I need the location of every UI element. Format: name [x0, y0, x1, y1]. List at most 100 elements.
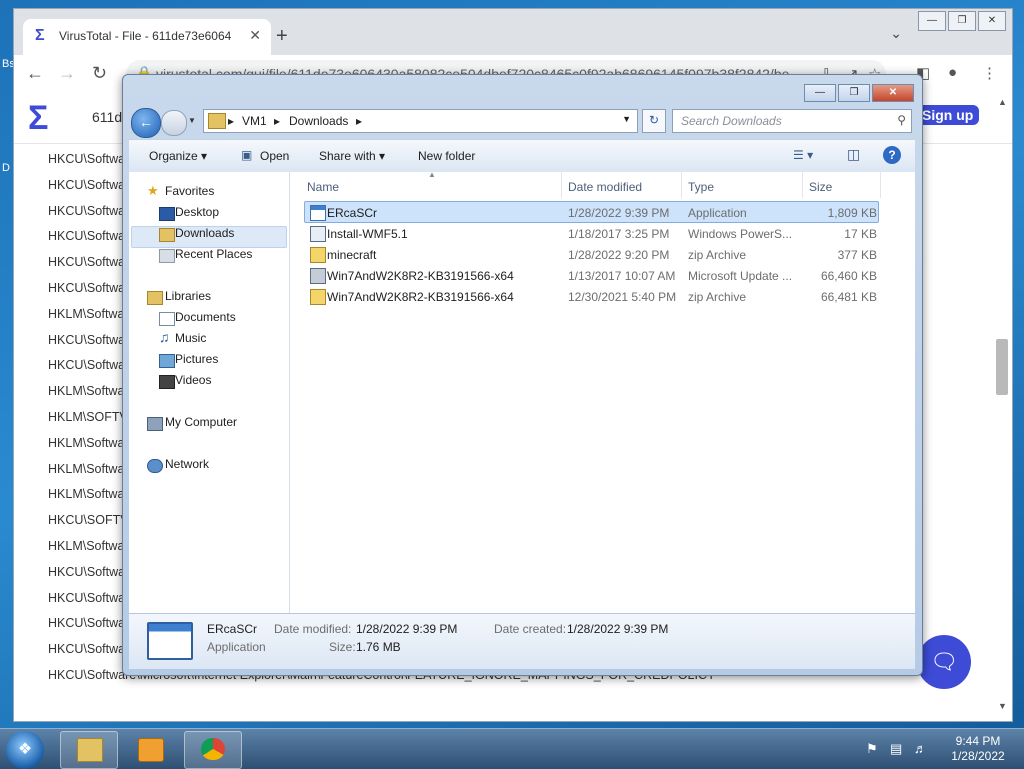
- new-tab-icon[interactable]: +: [276, 25, 288, 48]
- recent-places-icon: [159, 249, 175, 263]
- back-arrow-icon[interactable]: ←: [26, 63, 44, 84]
- file-type: zip Archive: [688, 290, 747, 304]
- forward-arrow-icon[interactable]: →: [58, 63, 76, 84]
- help-icon[interactable]: ?: [883, 146, 901, 164]
- taskbar-explorer-button[interactable]: [60, 731, 118, 769]
- forward-button[interactable]: [161, 110, 187, 136]
- minimize-button[interactable]: —: [804, 84, 836, 102]
- profile-avatar-icon[interactable]: ●: [948, 64, 957, 81]
- organize-button[interactable]: Organize ▾: [149, 149, 207, 163]
- navigation-pane: ★ Favorites Desktop Downloads Recent Pla…: [129, 172, 290, 613]
- tab-search-chevron-icon[interactable]: ⌄: [890, 25, 902, 42]
- pictures-icon: [159, 354, 175, 368]
- star-icon: ★: [147, 183, 159, 198]
- folder-icon: [77, 738, 103, 762]
- file-list-pane: Name ▲ Date modified Type Size ERcaSCr 1/…: [290, 170, 915, 613]
- command-bar: Organize ▾ ▣ Open Share with ▾ New folde…: [129, 139, 915, 173]
- reload-icon[interactable]: ↻: [92, 63, 107, 84]
- details-date-modified: 1/28/2022 9:39 PM: [356, 622, 458, 636]
- address-breadcrumb-bar[interactable]: ▸ VM1 ▸ Downloads ▸ ▼: [203, 109, 638, 133]
- network-icon: [147, 459, 163, 473]
- view-options-icon[interactable]: ☰ ▾: [793, 148, 813, 162]
- preview-pane-icon[interactable]: ◫: [847, 146, 860, 163]
- search-input[interactable]: Search Downloads ⚲: [672, 109, 912, 133]
- open-icon: ▣: [241, 148, 253, 162]
- close-button[interactable]: ✕: [872, 84, 914, 102]
- file-date-modified: 1/28/2022 9:39 PM: [568, 206, 670, 220]
- signup-button[interactable]: Sign up: [916, 105, 980, 125]
- file-date-modified: 12/30/2021 5:40 PM: [568, 290, 677, 304]
- column-header-name[interactable]: Name: [307, 180, 339, 194]
- nav-desktop[interactable]: Desktop: [175, 205, 219, 219]
- breadcrumb-item[interactable]: Downloads: [289, 114, 348, 128]
- chat-bubble-icon[interactable]: 🗨: [917, 635, 971, 689]
- column-header-size[interactable]: Size: [809, 180, 832, 194]
- close-button[interactable]: ✕: [978, 11, 1006, 31]
- folder-icon: [208, 113, 226, 129]
- column-header-date-modified[interactable]: Date modified: [568, 180, 642, 194]
- downloads-folder-icon: [159, 228, 175, 242]
- browser-tab[interactable]: Σ VirusTotal - File - 611de73e6064 ✕: [23, 19, 271, 55]
- taskbar-clock[interactable]: 9:44 PM 1/28/2022: [938, 734, 1018, 764]
- file-size: 17 KB: [844, 227, 877, 241]
- file-size: 66,460 KB: [820, 269, 877, 283]
- action-center-flag-icon[interactable]: ⚑: [866, 741, 878, 757]
- virustotal-logo-icon[interactable]: Σ: [28, 101, 62, 135]
- back-button[interactable]: ←: [131, 108, 161, 138]
- nav-pictures[interactable]: Pictures: [175, 352, 218, 366]
- maximize-button[interactable]: ❐: [948, 11, 976, 31]
- details-pane: ERcaSCr Application Date modified: 1/28/…: [129, 613, 915, 669]
- search-icon[interactable]: ⚲: [897, 113, 906, 127]
- documents-icon: [159, 312, 175, 326]
- share-with-button[interactable]: Share with ▾: [319, 149, 385, 163]
- column-header-type[interactable]: Type: [688, 180, 714, 194]
- scroll-up-arrow-icon[interactable]: ▲: [998, 97, 1007, 107]
- new-folder-button[interactable]: New folder: [418, 149, 475, 163]
- search-placeholder: Search Downloads: [681, 114, 782, 128]
- start-button[interactable]: ❖: [6, 731, 44, 769]
- taskbar-chrome-button[interactable]: [184, 731, 242, 769]
- chevron-right-icon[interactable]: ▸: [356, 114, 362, 128]
- tab-close-icon[interactable]: ✕: [249, 27, 261, 44]
- nav-network[interactable]: Network: [165, 457, 209, 471]
- file-row[interactable]: Install-WMF5.1 1/18/2017 3:25 PM Windows P…: [290, 224, 890, 244]
- scroll-down-arrow-icon[interactable]: ▼: [998, 701, 1007, 711]
- file-row[interactable]: ERcaSCr 1/28/2022 9:39 PM Application 1,809…: [290, 203, 890, 223]
- column-divider[interactable]: [802, 172, 803, 198]
- refresh-icon[interactable]: ↻: [642, 109, 666, 133]
- taskbar-media-player-button[interactable]: [121, 731, 179, 769]
- nav-videos[interactable]: Videos: [175, 373, 211, 387]
- column-divider[interactable]: [561, 172, 562, 198]
- chevron-right-icon[interactable]: ▸: [228, 114, 234, 128]
- details-date-modified-label: Date modified:: [274, 622, 352, 636]
- chevron-right-icon[interactable]: ▸: [274, 114, 280, 128]
- address-history-chevron-icon[interactable]: ▼: [622, 114, 631, 124]
- column-divider[interactable]: [880, 172, 881, 198]
- minimize-button[interactable]: —: [918, 11, 946, 31]
- file-row[interactable]: Win7AndW2K8R2-KB3191566-x64 1/13/2017 10:…: [290, 266, 890, 286]
- nav-music[interactable]: Music: [175, 331, 206, 345]
- breadcrumb-item[interactable]: VM1: [242, 114, 267, 128]
- nav-my-computer[interactable]: My Computer: [165, 415, 237, 429]
- desktop-icon-label: D: [2, 162, 10, 174]
- file-date-modified: 1/18/2017 3:25 PM: [568, 227, 670, 241]
- menu-kebab-icon[interactable]: ⋮: [982, 64, 997, 82]
- network-tray-icon[interactable]: ▤: [890, 741, 902, 757]
- page-scrollbar-thumb[interactable]: [996, 339, 1008, 395]
- column-divider[interactable]: [681, 172, 682, 198]
- nav-libraries[interactable]: Libraries: [165, 289, 211, 303]
- open-button[interactable]: Open: [260, 149, 289, 163]
- file-name: Win7AndW2K8R2-KB3191566-x64: [327, 290, 514, 304]
- nav-downloads[interactable]: Downloads: [175, 226, 234, 240]
- recent-pages-chevron-icon[interactable]: ▼: [188, 116, 196, 125]
- volume-icon[interactable]: ♬: [914, 741, 927, 756]
- chrome-icon: [201, 738, 225, 760]
- file-name: Install-WMF5.1: [327, 227, 408, 241]
- file-row[interactable]: minecraft 1/28/2022 9:20 PM zip Archive 377…: [290, 245, 890, 265]
- explorer-window-controls: — ❐ ✕: [804, 84, 914, 102]
- nav-favorites[interactable]: Favorites: [165, 184, 214, 198]
- nav-documents[interactable]: Documents: [175, 310, 236, 324]
- maximize-button[interactable]: ❐: [838, 84, 870, 102]
- nav-recent-places[interactable]: Recent Places: [175, 247, 252, 261]
- file-row[interactable]: Win7AndW2K8R2-KB3191566-x64 12/30/2021 5:…: [290, 287, 890, 307]
